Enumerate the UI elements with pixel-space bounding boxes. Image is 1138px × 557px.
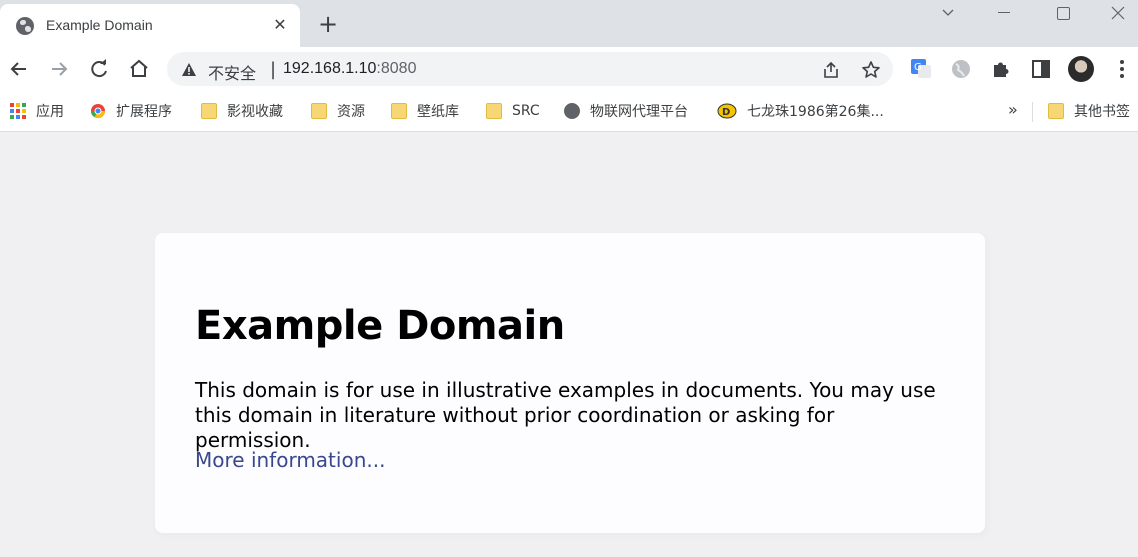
star-icon xyxy=(862,61,880,78)
profile-avatar[interactable] xyxy=(1068,56,1094,82)
tab-title: Example Domain xyxy=(46,17,153,33)
google-translate-button[interactable]: G xyxy=(910,58,932,80)
reload-button[interactable] xyxy=(86,56,112,82)
folder-icon xyxy=(311,103,327,119)
url-host: 192.168.1.10 xyxy=(283,60,377,77)
bookmarks-bar: 应用 扩展程序 影视收藏 资源 壁纸库 SRC 物联网代理平台 D 七龙珠198… xyxy=(0,92,1138,132)
bookmark-folder-movies[interactable]: 影视收藏 xyxy=(201,100,283,122)
page-description: This domain is for use in illustrative e… xyxy=(195,378,936,452)
tab-strip: Example Domain ✕ + xyxy=(0,0,1138,47)
bookmark-folder-resources[interactable]: 资源 xyxy=(311,100,365,122)
forward-button[interactable] xyxy=(46,56,72,82)
extension-globe-button[interactable] xyxy=(950,58,972,80)
arrow-right-icon xyxy=(52,62,68,76)
kebab-dot xyxy=(1120,74,1124,78)
url-port: :8080 xyxy=(376,60,417,77)
globe-icon xyxy=(16,17,34,35)
tab-example-domain[interactable]: Example Domain ✕ xyxy=(0,4,300,47)
close-icon xyxy=(1111,6,1125,20)
bookmark-iot-proxy[interactable]: 物联网代理平台 xyxy=(564,100,688,122)
side-panel-button[interactable] xyxy=(1030,58,1052,80)
folder-icon xyxy=(486,103,502,119)
reload-icon xyxy=(91,59,107,78)
more-bookmarks-button[interactable]: » xyxy=(1008,100,1018,119)
side-panel-icon xyxy=(1032,60,1050,78)
address-bar[interactable]: 不安全 | 192.168.1.10:8080 xyxy=(167,52,893,86)
kebab-dot xyxy=(1120,67,1124,71)
puzzle-icon xyxy=(994,62,1009,77)
bookmark-label: 扩展程序 xyxy=(116,104,172,120)
home-button[interactable] xyxy=(126,56,152,82)
page-heading: Example Domain xyxy=(195,303,565,349)
tab-search-button[interactable] xyxy=(928,0,968,26)
bookmark-dragon-ball[interactable]: D 七龙珠1986第26集... xyxy=(717,100,884,122)
maximize-button[interactable] xyxy=(1042,0,1082,26)
url-text[interactable]: 192.168.1.10:8080 xyxy=(283,60,416,78)
new-tab-button[interactable]: + xyxy=(316,12,340,36)
bookmark-folder-src[interactable]: SRC xyxy=(486,100,540,122)
share-button[interactable] xyxy=(821,60,841,80)
bookmark-star-button[interactable] xyxy=(861,60,881,80)
security-status-label[interactable]: 不安全 xyxy=(208,60,256,84)
bookmark-label: 其他书签 xyxy=(1074,104,1130,120)
share-icon xyxy=(824,61,838,78)
minimize-button[interactable] xyxy=(984,0,1024,26)
bookmark-label: 物联网代理平台 xyxy=(590,104,688,120)
warning-icon[interactable] xyxy=(181,62,197,77)
svg-text:D: D xyxy=(722,107,730,118)
bookmark-label: 应用 xyxy=(36,104,64,120)
kebab-dot xyxy=(1120,60,1124,64)
bookmark-folder-wallpapers[interactable]: 壁纸库 xyxy=(391,100,459,122)
bookmark-label: 七龙珠1986第26集... xyxy=(747,104,884,120)
chrome-icon xyxy=(91,104,105,118)
bookmark-label: 影视收藏 xyxy=(227,104,283,120)
toolbar: 不安全 | 192.168.1.10:8080 G xyxy=(0,47,1138,92)
bookmarks-divider xyxy=(1032,102,1033,122)
dragon-ball-icon: D xyxy=(717,103,737,119)
page-viewport: Example Domain This domain is for use in… xyxy=(0,133,1138,557)
arrow-left-icon xyxy=(10,62,26,76)
extensions-button[interactable] xyxy=(990,58,1012,80)
bookmark-extensions[interactable]: 扩展程序 xyxy=(90,100,172,122)
bookmark-other[interactable]: 其他书签 xyxy=(1048,100,1130,122)
close-tab-button[interactable]: ✕ xyxy=(270,15,290,35)
folder-icon xyxy=(201,103,217,119)
omnibox-separator: | xyxy=(270,59,277,80)
close-window-button[interactable] xyxy=(1098,0,1138,26)
content-card: Example Domain This domain is for use in… xyxy=(155,233,985,533)
svg-text:G: G xyxy=(914,62,922,73)
apps-grid-icon xyxy=(10,103,26,119)
bookmark-label: SRC xyxy=(512,103,540,119)
folder-icon xyxy=(391,103,407,119)
chevron-down-icon xyxy=(942,9,954,16)
bookmark-apps[interactable]: 应用 xyxy=(10,100,64,122)
home-icon xyxy=(130,59,148,77)
more-information-link[interactable]: More information... xyxy=(195,448,385,472)
bookmark-label: 资源 xyxy=(337,104,365,120)
folder-icon xyxy=(1048,103,1064,119)
globe-icon xyxy=(564,103,580,119)
translate-icon: G xyxy=(911,59,931,78)
globe-icon xyxy=(952,60,970,78)
back-button[interactable] xyxy=(6,56,32,82)
bookmark-label: 壁纸库 xyxy=(417,104,459,120)
menu-button[interactable] xyxy=(1112,58,1132,80)
